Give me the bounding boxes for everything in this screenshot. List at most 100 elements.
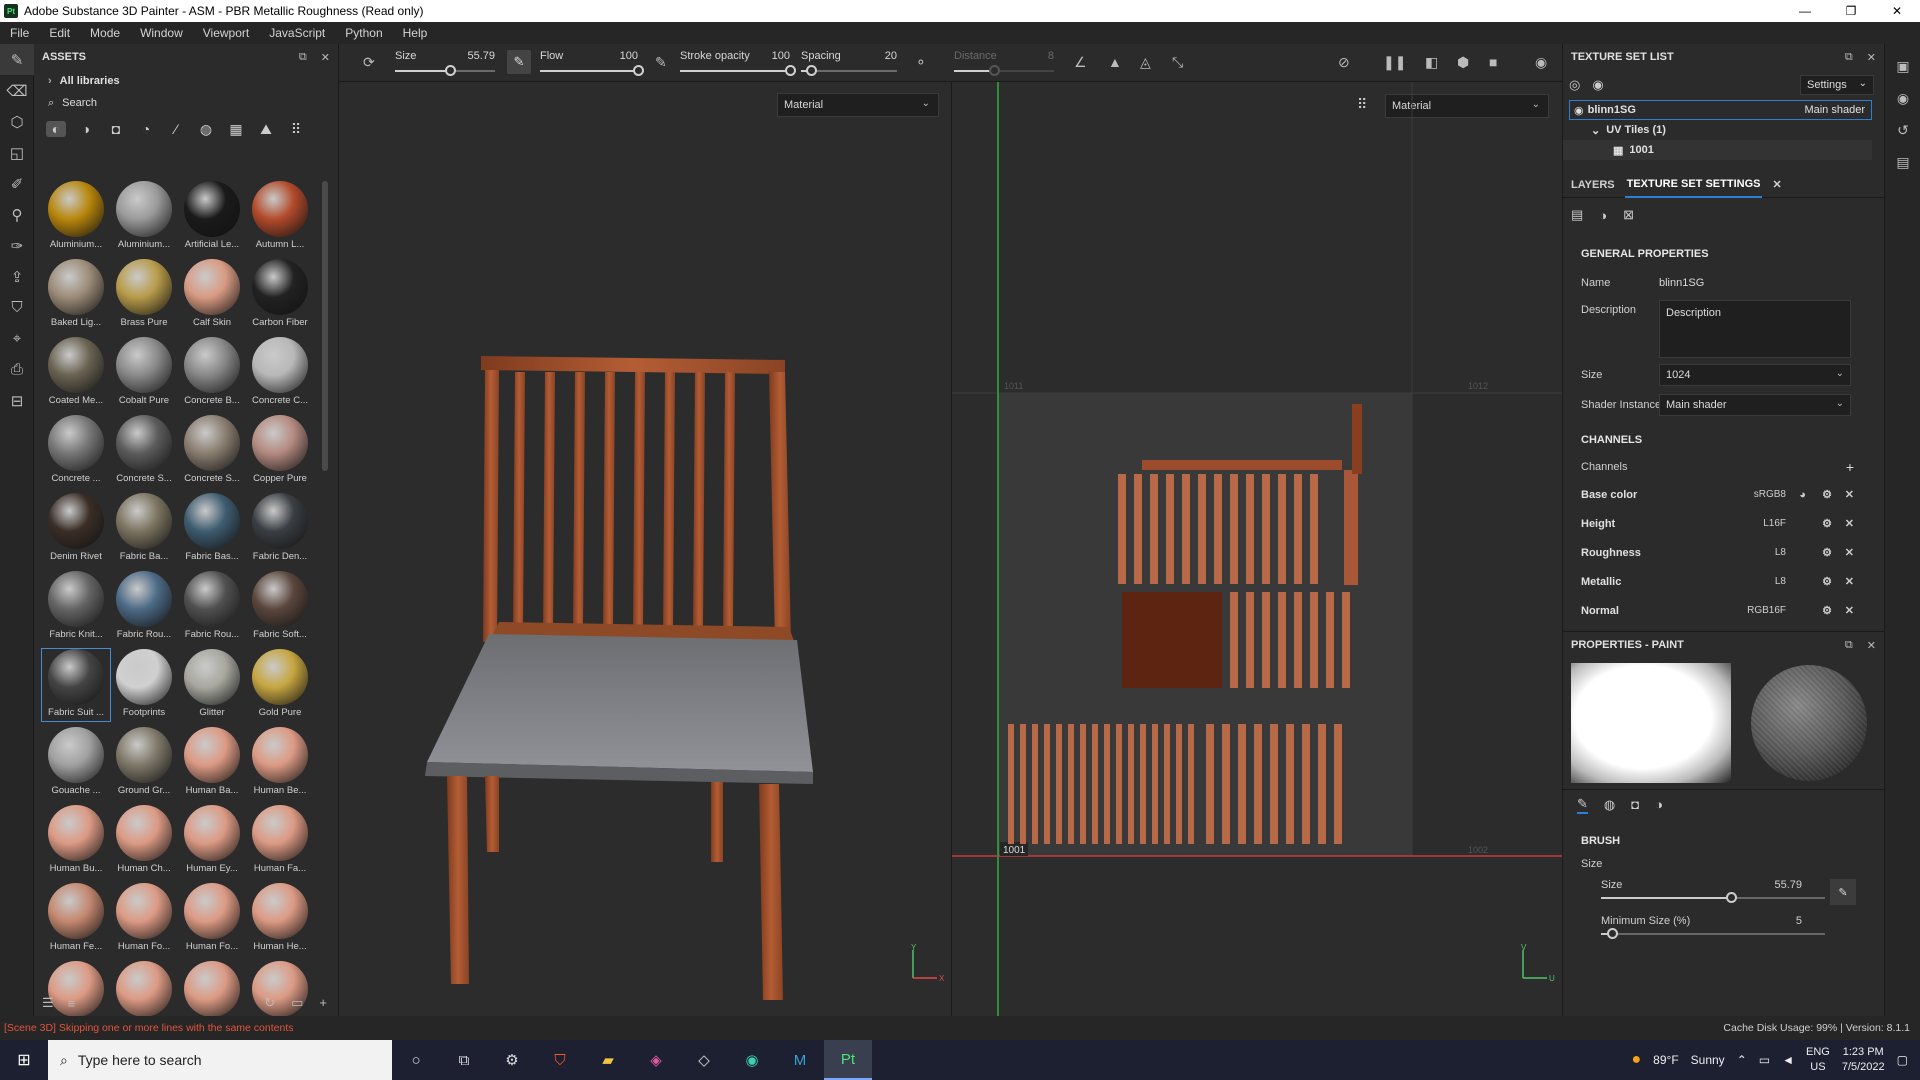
asset-thumbnail[interactable]: Human He... [246, 883, 314, 955]
settings-view-icon[interactable]: ▤ [1571, 207, 1583, 223]
brush-size-knob[interactable] [1725, 892, 1737, 903]
channel-format[interactable]: sRGB8 [1754, 489, 1786, 500]
asset-thumbnail[interactable]: Fabric Rou... [110, 571, 178, 643]
transform-icon[interactable]: ⤡ [1172, 54, 1183, 71]
particles-filter-icon[interactable]: ◍ [196, 121, 216, 138]
gog-galaxy-icon[interactable]: ◉ [728, 1040, 776, 1080]
color-picker-tool-icon[interactable]: ✑ [0, 230, 34, 261]
chair-model[interactable] [339, 82, 951, 1016]
filter-options-icon[interactable]: ☰ [42, 995, 54, 1011]
task-view-icon[interactable]: ⧉ [440, 1040, 488, 1080]
eye-icon[interactable]: ◉ [1592, 77, 1603, 93]
float-panel-icon[interactable]: ⧉ [299, 51, 307, 64]
asset-thumbnail[interactable]: Fabric Rou... [178, 571, 246, 643]
brushes-filter-icon[interactable]: ⁄ [166, 121, 186, 137]
asset-thumbnail[interactable]: Human Ch... [110, 805, 178, 877]
description-field[interactable]: Description [1659, 300, 1851, 358]
photos-app-icon[interactable]: ◈ [632, 1040, 680, 1080]
weather-temp[interactable]: 89°F [1653, 1053, 1678, 1067]
spacing-slider[interactable]: Spacing 20 [801, 48, 897, 80]
windows-start-icon[interactable]: ⊞ [0, 1040, 48, 1080]
asset-thumbnail[interactable]: Concrete ... [42, 415, 110, 487]
list-view-icon[interactable]: ≡ [68, 996, 76, 1011]
asset-thumbnail[interactable]: Denim Rivet [42, 493, 110, 565]
shelf-tool-icon[interactable]: ⊟ [0, 385, 34, 416]
asset-thumbnail[interactable]: Footprints [110, 649, 178, 721]
close-panel-icon[interactable]: ✕ [1867, 639, 1876, 652]
export-tool-icon[interactable]: ⎙ [0, 354, 34, 385]
bake-tool-icon[interactable]: ⇪ [0, 261, 34, 292]
notifications-icon[interactable]: ▢ [1897, 1053, 1908, 1067]
hide-icon[interactable]: ⊘ [1338, 54, 1350, 71]
asset-thumbnail[interactable]: Human Ba... [178, 727, 246, 799]
stroke-opacity-slider[interactable]: Stroke opacity 100 [680, 48, 796, 80]
shader-instance-dropdown[interactable]: Main shader ⌄ [1659, 394, 1851, 416]
search-input[interactable]: Search [62, 97, 97, 109]
smudge-tool-icon[interactable]: ✐ [0, 168, 34, 199]
asset-thumbnail[interactable]: Cobalt Pure [110, 337, 178, 409]
material-view-icon[interactable]: ◑ [1599, 208, 1607, 223]
stroke-opacity-knob[interactable] [785, 65, 796, 76]
asset-thumbnail[interactable]: Fabric Knit... [42, 571, 110, 643]
channel-settings-icon[interactable]: ⚙ [1822, 517, 1832, 530]
settings-dropdown[interactable]: Settings ⌄ [1800, 75, 1874, 95]
volume-icon[interactable]: ◄ [1782, 1053, 1794, 1067]
pen-pressure-toggle[interactable]: ✎ [507, 50, 531, 74]
asset-thumbnail[interactable]: Human Bu... [42, 805, 110, 877]
materials-filter-icon[interactable]: ◐ [46, 121, 66, 137]
angle-icon[interactable]: ∠ [1074, 54, 1087, 71]
polygon-fill-tool-icon[interactable]: ◱ [0, 137, 34, 168]
add-channel-icon[interactable]: + [1846, 459, 1854, 475]
channel-row[interactable]: Height L16F ⚙ ✕ [1563, 509, 1884, 538]
eye-icon[interactable]: ◉ [1574, 104, 1584, 117]
close-window-button[interactable]: ✕ [1874, 0, 1920, 22]
asset-thumbnail[interactable]: Human Be... [246, 727, 314, 799]
projection-tool-icon[interactable]: ⬡ [0, 106, 34, 137]
asset-thumbnail[interactable]: Concrete S... [110, 415, 178, 487]
library-selector[interactable]: › All libraries [34, 70, 338, 92]
paint-brush-tool-icon[interactable]: ✎ [0, 44, 34, 75]
distance-slider[interactable]: Distance 8 [954, 48, 1054, 80]
filters-filter-icon[interactable]: ◔ [136, 121, 156, 137]
size-slider[interactable]: Size 55.79 [395, 48, 495, 80]
asset-thumbnail[interactable]: Coated Me... [42, 337, 110, 409]
asset-thumbnail[interactable]: Concrete C... [246, 337, 314, 409]
brush-tab-icon[interactable]: ✎ [1577, 796, 1588, 814]
asset-thumbnail[interactable]: Human Fo... [178, 883, 246, 955]
masks-filter-icon[interactable]: ◘ [106, 121, 126, 137]
channel-row[interactable]: Normal RGB16F ⚙ ✕ [1563, 596, 1884, 625]
network-icon[interactable]: ▭ [1759, 1053, 1770, 1067]
close-panel-icon[interactable]: ✕ [321, 51, 330, 64]
viewport-3d[interactable]: Material ⌄ Y X [339, 82, 951, 1016]
asset-thumbnail[interactable]: Calf Skin [178, 259, 246, 331]
channel-format[interactable]: L16F [1763, 518, 1786, 529]
asset-thumbnail[interactable]: Fabric Soft... [246, 571, 314, 643]
size-dropdown[interactable]: 1024 ⌄ [1659, 364, 1851, 386]
menu-help[interactable]: Help [393, 26, 438, 40]
log-icon[interactable]: ▤ [1885, 146, 1920, 178]
flow-pen-icon[interactable]: ✎ [655, 54, 667, 71]
asset-thumbnail[interactable]: Fabric Suit ... [41, 648, 111, 722]
history-icon[interactable]: ↺ [1885, 114, 1920, 146]
pause-icon[interactable]: ❚❚ [1383, 54, 1406, 71]
remove-channel-icon[interactable]: ✕ [1845, 575, 1854, 588]
channel-row[interactable]: Roughness L8 ⚙ ✕ [1563, 538, 1884, 567]
menu-mode[interactable]: Mode [80, 26, 130, 40]
texture-set-list-icon[interactable]: ▣ [1885, 50, 1920, 82]
name-value[interactable]: blinn1SG [1659, 277, 1704, 289]
minimize-button[interactable]: — [1782, 0, 1828, 22]
asset-thumbnail[interactable]: Brass Pure [110, 259, 178, 331]
menu-python[interactable]: Python [335, 26, 392, 40]
measure-tool-icon[interactable]: ⌖ [0, 323, 34, 354]
channel-settings-icon[interactable]: ⚙ [1822, 575, 1832, 588]
asset-thumbnail[interactable]: Human Fe... [42, 883, 110, 955]
assets-scrollbar[interactable] [322, 181, 328, 471]
flow-slider[interactable]: Flow 100 [540, 48, 644, 80]
flow-slider-knob[interactable] [633, 65, 644, 76]
asset-thumbnail[interactable]: Fabric Den... [246, 493, 314, 565]
new-folder-icon[interactable]: ▭ [291, 995, 303, 1011]
asset-thumbnail[interactable]: Aluminium... [42, 181, 110, 253]
asset-thumbnail[interactable]: Concrete S... [178, 415, 246, 487]
unity-icon[interactable]: ◇ [680, 1040, 728, 1080]
asset-thumbnail[interactable]: Fabric Bas... [178, 493, 246, 565]
